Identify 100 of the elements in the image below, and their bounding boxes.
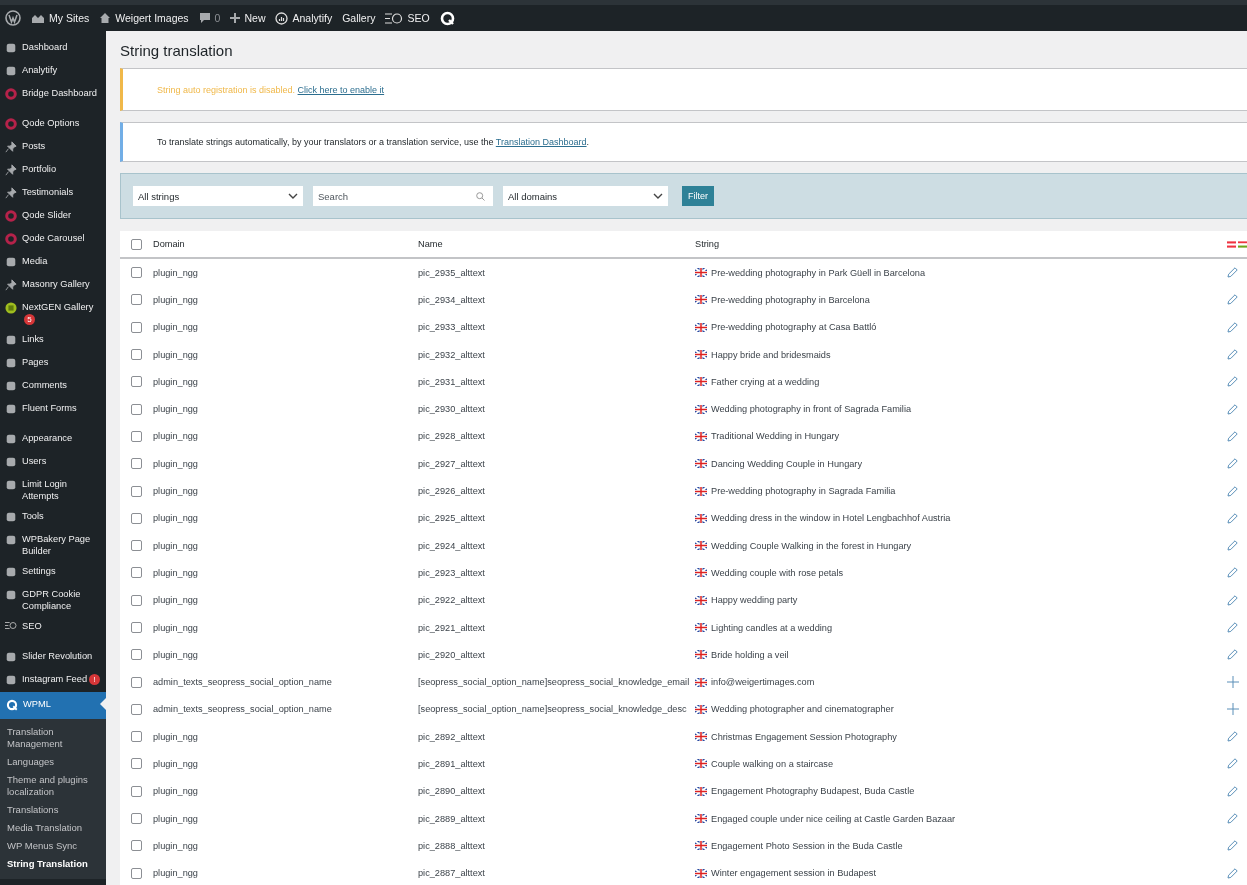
row-checkbox[interactable]: [131, 567, 142, 579]
enable-link[interactable]: Click here to enable it: [297, 84, 385, 95]
sidebar-menu-item[interactable]: Slider Revolution: [0, 646, 106, 669]
sidebar-menu-item[interactable]: Bridge Dashboard: [0, 83, 106, 106]
column-header: Domain: [153, 239, 186, 249]
row-checkbox[interactable]: [131, 622, 142, 633]
select-all-checkbox[interactable]: [131, 238, 142, 250]
seo-link[interactable]: SEO: [385, 12, 430, 24]
row-checkbox[interactable]: [131, 430, 142, 442]
pencil-icon[interactable]: [1227, 594, 1238, 606]
sidebar-menu-item[interactable]: Media: [0, 251, 106, 274]
row-checkbox[interactable]: [131, 321, 142, 333]
row-checkbox[interactable]: [131, 267, 142, 279]
row-checkbox[interactable]: [131, 376, 142, 388]
sidebar-menu-item[interactable]: Users: [0, 451, 106, 474]
pencil-icon[interactable]: [1227, 813, 1238, 825]
row-checkbox[interactable]: [131, 758, 142, 770]
analytify-link[interactable]: Analytify: [275, 11, 333, 25]
sidebar-menu-item[interactable]: Limit Login Attempts: [0, 474, 106, 506]
row-checkbox[interactable]: [131, 649, 142, 661]
pencil-icon[interactable]: [1227, 540, 1238, 552]
pencil-icon[interactable]: [1227, 458, 1238, 470]
sidebar-menu-item[interactable]: SEO: [0, 616, 106, 639]
sidebar-menu-item[interactable]: Pages: [0, 352, 106, 375]
sidebar-menu-item[interactable]: Posts: [0, 136, 106, 159]
row-checkbox[interactable]: [131, 813, 142, 825]
sidebar-menu-item[interactable]: Settings: [0, 561, 106, 584]
pencil-icon[interactable]: [1227, 649, 1238, 661]
row-checkbox[interactable]: [131, 594, 142, 606]
sidebar-menu-item[interactable]: NextGEN Gallery 5: [0, 297, 106, 329]
plus-icon[interactable]: [1227, 703, 1239, 716]
sidebar-menu-item[interactable]: WPBakery Page Builder: [0, 529, 106, 561]
wordpress-logo-icon[interactable]: [5, 10, 21, 26]
submenu-item[interactable]: Translation Management: [0, 723, 106, 753]
sidebar-menu-item[interactable]: GDPR Cookie Compliance: [0, 584, 106, 616]
sidebar-menu-item[interactable]: Qode Slider: [0, 205, 106, 228]
row-checkbox[interactable]: [131, 294, 142, 306]
sidebar-menu-item[interactable]: Analytify: [0, 60, 106, 83]
table-cell: Pre-wedding photography in Barcelona: [711, 294, 870, 305]
sidebar-menu-item[interactable]: Comments: [0, 375, 106, 398]
pencil-icon[interactable]: [1227, 622, 1238, 633]
pencil-icon[interactable]: [1227, 430, 1238, 442]
sidebar-menu-item[interactable]: Tools: [0, 506, 106, 529]
sidebar-menu-item[interactable]: Masonry Gallery: [0, 274, 106, 297]
sidebar-menu-item[interactable]: WPML: [0, 692, 106, 719]
row-checkbox[interactable]: [131, 731, 142, 743]
pencil-icon[interactable]: [1227, 840, 1238, 852]
pencil-icon[interactable]: [1227, 758, 1238, 770]
pencil-icon[interactable]: [1227, 731, 1238, 743]
strings-select[interactable]: All strings: [133, 186, 303, 206]
submenu-item[interactable]: String Translation: [0, 855, 106, 873]
pencil-icon[interactable]: [1227, 485, 1238, 497]
row-checkbox[interactable]: [131, 676, 142, 688]
pencil-icon[interactable]: [1227, 785, 1238, 797]
row-checkbox[interactable]: [131, 349, 142, 361]
sidebar-menu-item[interactable]: Qode Options: [0, 113, 106, 136]
filter-button[interactable]: Filter: [682, 186, 714, 206]
pencil-icon[interactable]: [1227, 321, 1238, 333]
pencil-icon[interactable]: [1227, 567, 1238, 579]
submenu-item[interactable]: WP Menus Sync: [0, 837, 106, 855]
submenu-item[interactable]: Theme and plugins localization: [0, 771, 106, 801]
submenu-item[interactable]: Translations: [0, 801, 106, 819]
table-cell-text: plugin_ngg: [153, 513, 199, 524]
pencil-icon[interactable]: [1227, 403, 1238, 415]
submenu-item[interactable]: Media Translation: [0, 819, 106, 837]
row-checkbox[interactable]: [131, 485, 142, 497]
row-checkbox[interactable]: [131, 840, 142, 852]
row-checkbox[interactable]: [131, 403, 142, 415]
pencil-icon[interactable]: [1227, 512, 1238, 524]
sidebar-menu-item[interactable]: Fluent Forms: [0, 398, 106, 421]
dashboard-link[interactable]: Translation Dashboard: [495, 137, 587, 147]
sidebar-menu-item[interactable]: Appearance: [0, 428, 106, 451]
table-cell-text: plugin_ngg: [153, 267, 199, 278]
sidebar-menu-item[interactable]: Testimonials: [0, 182, 106, 205]
row-checkbox[interactable]: [131, 703, 142, 715]
plus-icon[interactable]: [1227, 676, 1239, 689]
sidebar-menu-item[interactable]: Dashboard: [0, 37, 106, 60]
row-checkbox[interactable]: [131, 458, 142, 470]
search-field[interactable]: Search: [313, 186, 493, 206]
row-checkbox[interactable]: [131, 867, 142, 879]
pencil-icon[interactable]: [1227, 294, 1238, 306]
row-checkbox[interactable]: [131, 540, 142, 552]
gallery-link[interactable]: Gallery: [342, 12, 376, 24]
row-checkbox[interactable]: [131, 785, 142, 797]
pencil-icon[interactable]: [1227, 376, 1238, 388]
submenu-item[interactable]: Languages: [0, 753, 106, 771]
sidebar-menu-item[interactable]: Instagram Feed !: [0, 669, 106, 692]
domains-select[interactable]: All domains: [503, 186, 668, 206]
pencil-icon[interactable]: [1227, 267, 1238, 279]
row-checkbox[interactable]: [131, 512, 142, 524]
comments-link[interactable]: 0: [198, 12, 221, 24]
site-name-link[interactable]: Weigert Images: [99, 12, 189, 24]
sidebar-menu-item[interactable]: Qode Carousel: [0, 228, 106, 251]
pencil-icon[interactable]: [1227, 349, 1238, 361]
my-sites-link[interactable]: My Sites: [31, 12, 90, 24]
new-link[interactable]: New: [230, 12, 266, 24]
sidebar-menu-item[interactable]: Links: [0, 329, 106, 352]
pencil-icon[interactable]: [1227, 867, 1238, 879]
sidebar-menu-item[interactable]: Portfolio: [0, 159, 106, 182]
wpml-logo-icon[interactable]: [439, 10, 455, 26]
